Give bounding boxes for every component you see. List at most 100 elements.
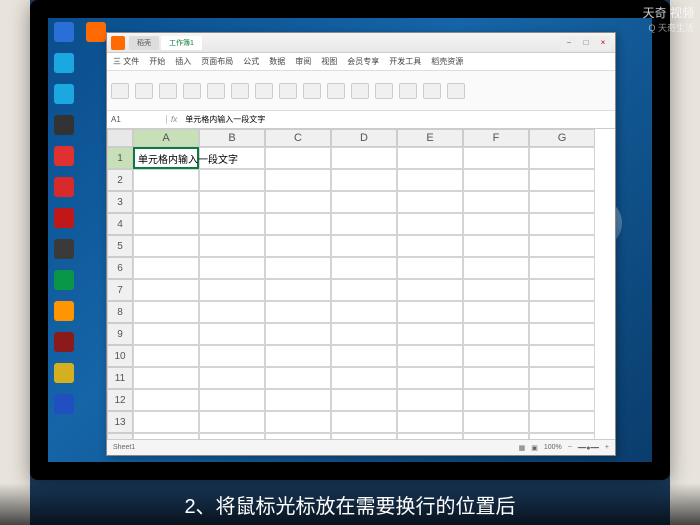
cell-D3[interactable] bbox=[331, 191, 397, 213]
menu-item[interactable]: 公式 bbox=[243, 56, 259, 67]
cell-D5[interactable] bbox=[331, 235, 397, 257]
cut-button[interactable] bbox=[135, 83, 153, 99]
desktop-icon[interactable] bbox=[52, 363, 76, 391]
menu-item[interactable]: 会员专享 bbox=[347, 56, 379, 67]
cell-A4[interactable] bbox=[133, 213, 199, 235]
cell-F7[interactable] bbox=[463, 279, 529, 301]
cell-B5[interactable] bbox=[199, 235, 265, 257]
desktop-icon[interactable] bbox=[52, 301, 76, 329]
row-header[interactable]: 6 bbox=[107, 257, 133, 279]
cell-C8[interactable] bbox=[265, 301, 331, 323]
cell-D10[interactable] bbox=[331, 345, 397, 367]
row-header[interactable]: 8 bbox=[107, 301, 133, 323]
bold-button[interactable] bbox=[207, 83, 225, 99]
cell-C5[interactable] bbox=[265, 235, 331, 257]
cell-E9[interactable] bbox=[397, 323, 463, 345]
cell-A3[interactable] bbox=[133, 191, 199, 213]
format-button[interactable] bbox=[183, 83, 201, 99]
column-header[interactable]: F bbox=[463, 129, 529, 147]
view-icon[interactable]: ▣ bbox=[531, 444, 538, 452]
cell-B10[interactable] bbox=[199, 345, 265, 367]
cell-G6[interactable] bbox=[529, 257, 595, 279]
cell-E13[interactable] bbox=[397, 411, 463, 433]
row-header[interactable]: 9 bbox=[107, 323, 133, 345]
minimize-button[interactable]: − bbox=[561, 36, 577, 50]
cell-G12[interactable] bbox=[529, 389, 595, 411]
merge-button[interactable] bbox=[303, 83, 321, 99]
cell-C2[interactable] bbox=[265, 169, 331, 191]
desktop-icon[interactable] bbox=[52, 22, 76, 50]
cell-A6[interactable] bbox=[133, 257, 199, 279]
desktop-icon[interactable] bbox=[52, 270, 76, 298]
row-header[interactable]: 1 bbox=[107, 147, 133, 169]
cell-F10[interactable] bbox=[463, 345, 529, 367]
desktop-icon[interactable] bbox=[52, 208, 76, 236]
row-header[interactable]: 5 bbox=[107, 235, 133, 257]
menu-item[interactable]: 开始 bbox=[149, 56, 165, 67]
cell-G5[interactable] bbox=[529, 235, 595, 257]
cell-C7[interactable] bbox=[265, 279, 331, 301]
sheet-tab[interactable]: Sheet1 bbox=[113, 444, 135, 451]
cell-B12[interactable] bbox=[199, 389, 265, 411]
cell-E6[interactable] bbox=[397, 257, 463, 279]
cell-F6[interactable] bbox=[463, 257, 529, 279]
close-button[interactable]: × bbox=[595, 36, 611, 50]
zoom-slider[interactable]: ━━●━━ bbox=[578, 444, 599, 452]
cell-B9[interactable] bbox=[199, 323, 265, 345]
menu-item[interactable]: 数据 bbox=[269, 56, 285, 67]
cell-D9[interactable] bbox=[331, 323, 397, 345]
row-header[interactable]: 2 bbox=[107, 169, 133, 191]
name-box[interactable]: A1 bbox=[107, 115, 167, 124]
italic-button[interactable] bbox=[231, 83, 249, 99]
desktop-icon[interactable] bbox=[52, 53, 76, 81]
cell-D12[interactable] bbox=[331, 389, 397, 411]
cell-D2[interactable] bbox=[331, 169, 397, 191]
document-tab[interactable]: 工作簿1 bbox=[161, 36, 202, 50]
cell-B4[interactable] bbox=[199, 213, 265, 235]
cell-B6[interactable] bbox=[199, 257, 265, 279]
row-header[interactable]: 4 bbox=[107, 213, 133, 235]
row-header[interactable]: 13 bbox=[107, 411, 133, 433]
cell-C13[interactable] bbox=[265, 411, 331, 433]
cell-D4[interactable] bbox=[331, 213, 397, 235]
cell-A13[interactable] bbox=[133, 411, 199, 433]
cell-B13[interactable] bbox=[199, 411, 265, 433]
copy-button[interactable] bbox=[159, 83, 177, 99]
cell-E1[interactable] bbox=[397, 147, 463, 169]
align-button[interactable] bbox=[279, 83, 297, 99]
column-header[interactable]: G bbox=[529, 129, 595, 147]
maximize-button[interactable]: □ bbox=[578, 36, 594, 50]
menu-item[interactable]: 稻壳资源 bbox=[431, 56, 463, 67]
cell-E8[interactable] bbox=[397, 301, 463, 323]
desktop-icon[interactable] bbox=[52, 115, 76, 143]
cell-A1[interactable]: 单元格内输入一段文字 bbox=[133, 147, 199, 169]
cell-F9[interactable] bbox=[463, 323, 529, 345]
column-header[interactable]: A bbox=[133, 129, 199, 147]
cell-G11[interactable] bbox=[529, 367, 595, 389]
cell-E3[interactable] bbox=[397, 191, 463, 213]
cell-A11[interactable] bbox=[133, 367, 199, 389]
desktop-icon[interactable] bbox=[52, 146, 76, 174]
sort-button[interactable] bbox=[423, 83, 441, 99]
cell-F4[interactable] bbox=[463, 213, 529, 235]
cell-A9[interactable] bbox=[133, 323, 199, 345]
number-button[interactable] bbox=[351, 83, 369, 99]
desktop-icon[interactable] bbox=[52, 177, 76, 205]
cell-E7[interactable] bbox=[397, 279, 463, 301]
cell-E11[interactable] bbox=[397, 367, 463, 389]
document-tab[interactable]: 稻壳 bbox=[129, 36, 159, 50]
cell-C9[interactable] bbox=[265, 323, 331, 345]
desktop-icon[interactable] bbox=[52, 239, 76, 267]
formula-input[interactable]: 单元格内输入一段文字 bbox=[181, 114, 269, 125]
cell-F12[interactable] bbox=[463, 389, 529, 411]
desktop-icon[interactable] bbox=[52, 332, 76, 360]
cell-G4[interactable] bbox=[529, 213, 595, 235]
cell-C3[interactable] bbox=[265, 191, 331, 213]
cell-D7[interactable] bbox=[331, 279, 397, 301]
cell-C11[interactable] bbox=[265, 367, 331, 389]
cell-G1[interactable] bbox=[529, 147, 595, 169]
cell-F2[interactable] bbox=[463, 169, 529, 191]
cell-A5[interactable] bbox=[133, 235, 199, 257]
desktop-icon[interactable] bbox=[84, 22, 108, 50]
row-header[interactable]: 11 bbox=[107, 367, 133, 389]
